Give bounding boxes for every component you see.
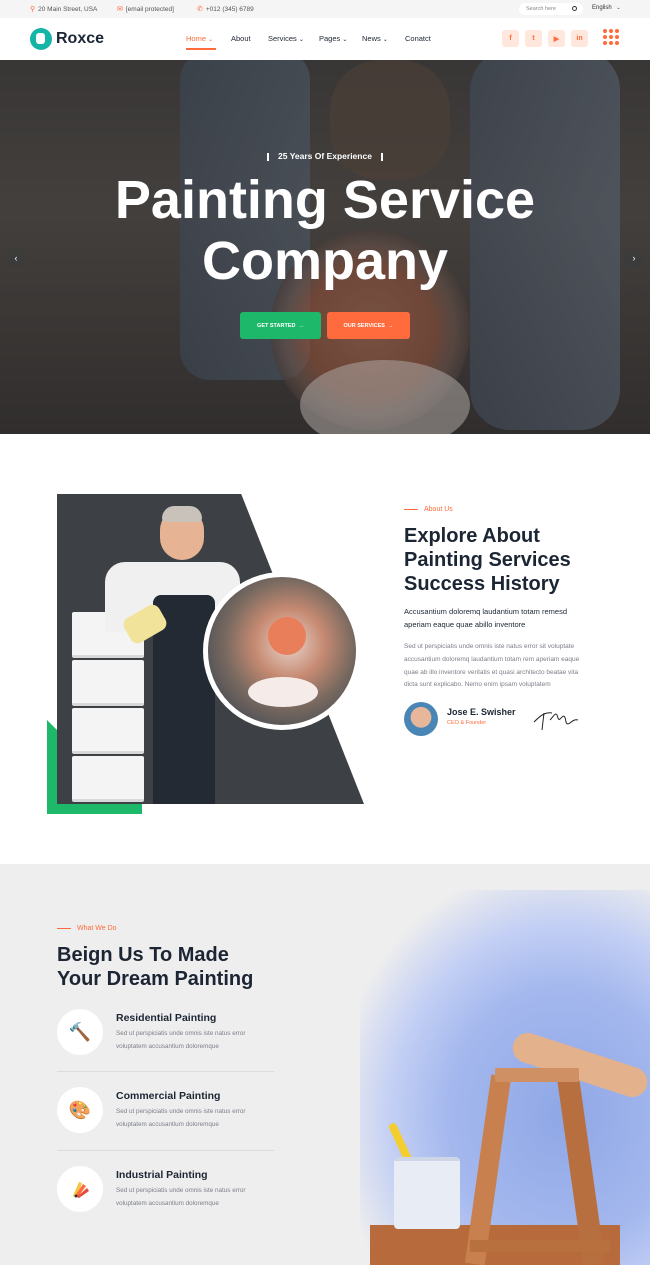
get-started-button[interactable]: GET STARTED → xyxy=(240,312,321,339)
nav-label-news: News xyxy=(362,34,381,43)
logo-mark-icon xyxy=(30,28,52,50)
about-heading-line3: Success History xyxy=(404,573,560,595)
top-bar: ⚲ 20 Main Street, USA ✉ [email protected… xyxy=(0,0,650,18)
service-title[interactable]: Commercial Painting xyxy=(116,1090,220,1102)
services-section-tag: What We Do xyxy=(57,925,117,932)
language-select[interactable]: English ⌄ xyxy=(592,5,621,11)
hero-title: Painting Service Company xyxy=(0,170,650,292)
our-services-label: OUR SERVICES xyxy=(343,322,385,329)
nav-item-pages[interactable]: Pages ⌄ xyxy=(319,34,347,43)
hero-title-line2: Company xyxy=(201,231,449,291)
paint-can-image xyxy=(394,1157,460,1229)
hero-slider: ‹ › 25 Years Of Experience Painting Serv… xyxy=(0,60,650,434)
hero-title-line1: Painting Service xyxy=(114,170,536,230)
nav-label-services: Services xyxy=(268,34,297,43)
about-lead-line1: Accusantium doloremq laudantium totam re… xyxy=(404,607,567,616)
twitter-icon[interactable]: t xyxy=(525,30,542,47)
menu-grid-icon[interactable] xyxy=(603,29,619,45)
pouring-paint-photo xyxy=(203,572,361,730)
service-description: Sed ut perspiciatis unde omnis iste natu… xyxy=(116,1106,276,1131)
nav-item-services[interactable]: Services ⌄ xyxy=(268,34,304,43)
hero-subtitle: 25 Years Of Experience xyxy=(0,151,650,161)
service-divider xyxy=(57,1071,274,1072)
about-heading-line1: Explore About xyxy=(404,525,540,547)
service-description-line: voluptatem accusantium doloremque xyxy=(116,1120,219,1128)
main-header: Roxce Home ⌄ About Services ⌄ Pages ⌄ Ne… xyxy=(0,18,650,60)
language-label: English xyxy=(592,5,612,11)
service-divider xyxy=(57,1150,274,1151)
our-services-button[interactable]: OUR SERVICES → xyxy=(327,312,410,339)
nav-label-home: Home xyxy=(186,34,207,43)
services-heading: Beign Us To Made Your Dream Painting xyxy=(57,943,253,991)
about-lead-line2: aperiam eaque quae abillo inventore xyxy=(404,619,526,629)
palette-icon: 🎨 xyxy=(57,1087,103,1133)
services-heading-line2: Your Dream Painting xyxy=(57,968,254,990)
search-input[interactable]: Search here xyxy=(519,3,583,15)
youtube-icon[interactable]: ▶ xyxy=(548,30,565,47)
nav-item-about[interactable]: About xyxy=(231,34,251,43)
services-heading-line1: Beign Us To Made xyxy=(57,944,229,966)
nav-item-news[interactable]: News ⌄ xyxy=(362,34,388,43)
email-text[interactable]: [email protected] xyxy=(126,6,174,13)
service-description-line: Sed ut perspiciatis unde omnis iste natu… xyxy=(116,1108,246,1115)
service-title[interactable]: Industrial Painting xyxy=(116,1169,208,1181)
envelope-icon: ✉ xyxy=(117,6,123,13)
services-tag-label: What We Do xyxy=(77,925,117,932)
nav-item-contact[interactable]: Conatct xyxy=(405,34,431,43)
about-paragraph-line: dicta sunt explicabo. Nemo enim ipsam vo… xyxy=(404,681,551,689)
chevron-down-icon: ⌄ xyxy=(616,5,621,11)
about-paragraph-line: quae ab illo inventore veritatis et quas… xyxy=(404,668,579,676)
get-started-label: GET STARTED xyxy=(257,322,296,329)
logo-text: Roxce xyxy=(56,30,105,47)
arrow-right-icon: → xyxy=(298,322,304,329)
service-description-line: Sed ut perspiciatis unde omnis iste natu… xyxy=(116,1030,246,1037)
signature-image xyxy=(533,712,579,731)
nav-active-indicator xyxy=(186,48,216,50)
chevron-down-icon: ⌄ xyxy=(382,37,388,43)
location-pin-icon: ⚲ xyxy=(30,6,36,13)
hammer-brush-icon: 🔨 xyxy=(57,1009,103,1055)
email-item[interactable]: ✉ [email protected] xyxy=(117,5,174,14)
service-title[interactable]: Residential Painting xyxy=(116,1012,216,1024)
nav-label-pages: Pages xyxy=(319,34,341,43)
about-tag-label: About Us xyxy=(424,506,453,513)
founder-role: CEO & Founder xyxy=(447,720,487,726)
about-paragraph-line: accusantium doloremq laudantium totam re… xyxy=(404,655,580,663)
about-heading-line2: Painting Services xyxy=(404,549,571,571)
avatar xyxy=(404,702,438,736)
logo[interactable]: Roxce xyxy=(30,28,104,50)
service-description: Sed ut perspiciatis unde omnis iste natu… xyxy=(116,1185,276,1210)
service-description: Sed ut perspiciatis unde omnis iste natu… xyxy=(116,1028,276,1053)
search-placeholder: Search here xyxy=(526,6,556,12)
founder-name: Jose E. Swisher xyxy=(447,707,516,717)
chevron-down-icon: ⌄ xyxy=(208,37,214,43)
about-lead: Accusantium doloremq laudantium totam re… xyxy=(404,606,567,631)
service-description-line: Sed ut perspiciatis unde omnis iste natu… xyxy=(116,1187,246,1194)
address-item: ⚲ 20 Main Street, USA xyxy=(30,5,98,14)
nav-item-home[interactable]: Home ⌄ xyxy=(186,34,213,43)
service-description-line: voluptatem accusantium doloremque xyxy=(116,1199,219,1207)
color-swatch-icon xyxy=(57,1166,103,1212)
chevron-down-icon: ⌄ xyxy=(298,37,304,43)
linkedin-icon[interactable]: in xyxy=(571,30,588,47)
about-section-tag: About Us xyxy=(404,506,453,513)
about-paragraph: Sed ut perspiciatis unde omnis iste natu… xyxy=(404,641,579,692)
phone-text[interactable]: +012 (345) 6789 xyxy=(206,6,254,13)
facebook-icon[interactable]: f xyxy=(502,30,519,47)
about-heading: Explore About Painting Services Success … xyxy=(404,524,571,596)
search-icon[interactable] xyxy=(572,6,577,11)
chevron-down-icon: ⌄ xyxy=(342,37,348,43)
service-description-line: voluptatem accusantium doloremque xyxy=(116,1042,219,1050)
address-text: 20 Main Street, USA xyxy=(38,5,98,13)
ladder-image xyxy=(470,1240,610,1252)
phone-item[interactable]: ✆ +012 (345) 6789 xyxy=(197,5,254,14)
arrow-right-icon: → xyxy=(387,322,394,329)
about-paragraph-line: Sed ut perspiciatis unde omnis iste natu… xyxy=(404,643,575,650)
phone-icon: ✆ xyxy=(197,6,203,13)
ladder-image xyxy=(495,1068,579,1082)
